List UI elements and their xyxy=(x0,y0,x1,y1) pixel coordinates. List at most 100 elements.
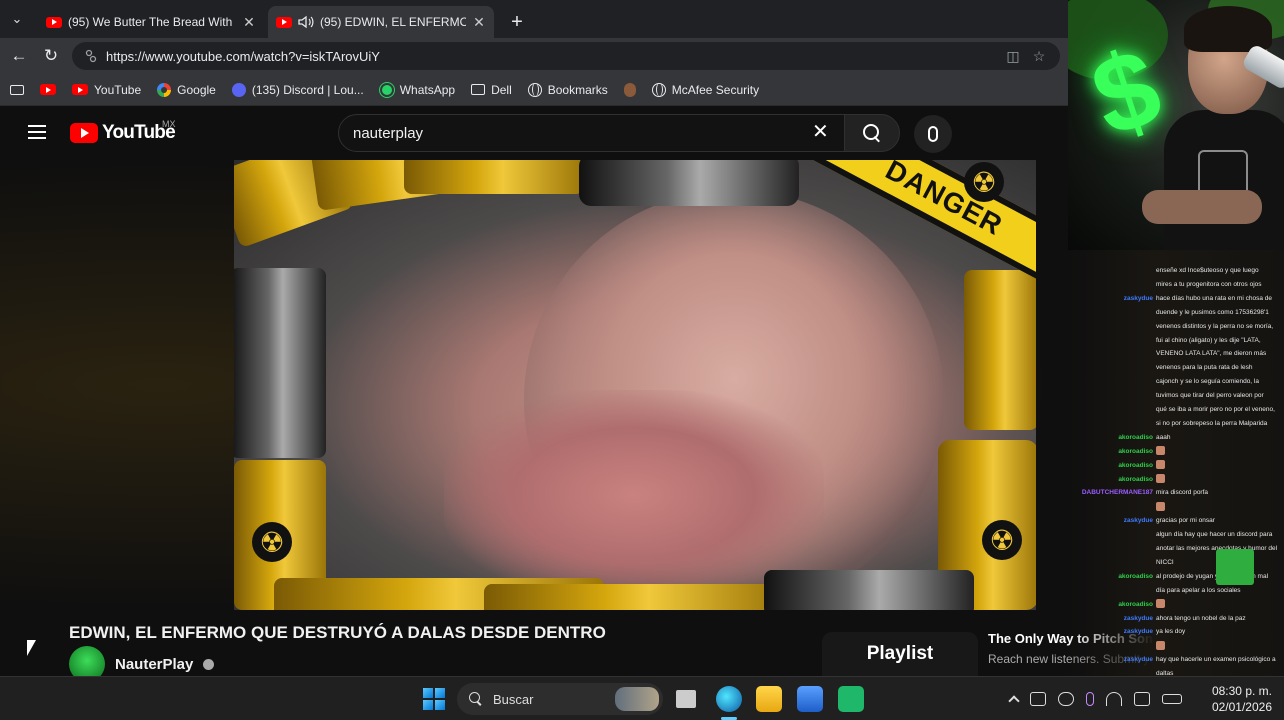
chat-message: duende y le pusimos como 17536298'1 xyxy=(1068,306,1284,319)
barrel xyxy=(234,268,326,458)
chat-text: ahora tengo un nobel de la paz xyxy=(1156,614,1246,622)
barrel xyxy=(964,270,1036,430)
wifi-icon[interactable] xyxy=(1106,692,1122,706)
green-app-icon[interactable] xyxy=(838,686,864,712)
tab-edwin[interactable]: (95) EDWIN, EL ENFERMO QUE DESTRUYÓ ✕ xyxy=(268,6,494,38)
youtube-favicon-icon xyxy=(46,16,62,28)
chat-username: akoroadiso xyxy=(1118,433,1153,441)
app-available-icon[interactable]: ◫ xyxy=(1004,48,1022,65)
taskbar-search[interactable]: Buscar xyxy=(457,683,663,715)
chat-text: gracias por mi onsar xyxy=(1156,517,1215,525)
chat-text: hace días hubo una rata en mi chosa de xyxy=(1156,294,1272,302)
close-tab-icon[interactable]: ✕ xyxy=(242,14,256,31)
menu-icon[interactable] xyxy=(28,125,46,139)
person-hair xyxy=(1184,6,1272,52)
battery-icon[interactable] xyxy=(1162,694,1182,704)
youtube-logo[interactable]: YouTube xyxy=(70,122,176,144)
task-view-icon[interactable] xyxy=(676,690,696,708)
chat-message: venenos para la puta rata de lesh xyxy=(1068,361,1284,374)
chat-message: algun día hay que hacer un discord para xyxy=(1068,528,1284,541)
bookmark-label: WhatsApp xyxy=(399,82,456,97)
playlist-label: Playlist xyxy=(866,643,934,664)
bookmark-mcafee[interactable]: McAfee Security xyxy=(651,82,759,97)
url-bar[interactable]: https://www.youtube.com/watch?v=iskTArov… xyxy=(72,42,1060,70)
bookmark-youtube[interactable]: YouTube xyxy=(72,83,141,97)
chat-username: akoroadiso xyxy=(1118,600,1153,608)
radiation-icon: ☢ xyxy=(982,520,1022,560)
chat-message xyxy=(1068,500,1284,513)
search-value: nauterplay xyxy=(353,124,424,142)
new-tab-icon[interactable]: + xyxy=(500,6,534,38)
bookmark-google[interactable]: Google xyxy=(157,82,216,97)
bookmark-label: Dell xyxy=(491,82,512,97)
volume-icon[interactable] xyxy=(1134,692,1150,706)
search-input[interactable]: nauterplay xyxy=(338,114,852,152)
chat-text: fui al chino (aligato) y les dije "LATA, xyxy=(1156,336,1261,344)
channel-row: NauterPlay xyxy=(69,646,215,682)
tray-overflow-chevron-icon[interactable] xyxy=(1008,695,1020,707)
chat-message: akoroadiso xyxy=(1068,598,1284,611)
file-explorer-icon[interactable] xyxy=(756,686,782,712)
bookmark-dell[interactable]: Dell xyxy=(471,83,512,97)
channel-name[interactable]: NauterPlay xyxy=(115,656,193,673)
tab-list-chevron-icon[interactable]: ⌄ xyxy=(0,0,34,38)
bookmark-bookmarks[interactable]: Bookmarks xyxy=(527,82,608,97)
emote-icon xyxy=(1156,502,1165,512)
video-hand xyxy=(444,390,824,600)
search-icon xyxy=(469,692,483,706)
chat-text: mira discord porfa xyxy=(1156,489,1209,497)
person-arm xyxy=(1142,190,1262,224)
chat-message: qué se iba a morir pero no por el veneno… xyxy=(1068,403,1284,416)
barrel xyxy=(404,160,584,194)
playlist-panel-header[interactable]: Playlist xyxy=(822,632,978,676)
bookmark-whatsapp[interactable]: WhatsApp xyxy=(379,82,456,97)
card-icon[interactable] xyxy=(10,84,24,95)
emote-icon xyxy=(1156,641,1165,651)
taskbar-search-label: Buscar xyxy=(493,691,534,707)
site-info-icon[interactable] xyxy=(84,49,98,63)
mouse-cursor-icon xyxy=(27,640,36,656)
close-tab-icon[interactable]: ✕ xyxy=(472,14,486,31)
barrel xyxy=(579,160,799,206)
voice-search-button[interactable] xyxy=(914,115,952,153)
chat-message: akoroadiso xyxy=(1068,473,1284,486)
bookmark-discord[interactable]: (135) Discord | Lou... xyxy=(231,82,364,97)
back-arrow-icon[interactable]: ← xyxy=(8,45,30,67)
profile-bookmark-icon[interactable] xyxy=(623,82,636,97)
bookmark-star-icon[interactable]: ☆ xyxy=(1030,48,1048,65)
chat-message: akoroadiso xyxy=(1068,459,1284,472)
tab-title: (95) We Butter The Bread With Butter xyxy=(68,15,236,29)
edge-icon[interactable] xyxy=(716,686,742,712)
clear-search-icon[interactable]: ✕ xyxy=(812,122,829,142)
youtube-bookmark-icon[interactable] xyxy=(40,84,56,95)
search-button[interactable] xyxy=(844,114,900,152)
sync-icon[interactable] xyxy=(1030,692,1046,706)
chat-username: akoroadiso xyxy=(1118,475,1153,483)
emote-icon xyxy=(1156,460,1165,470)
chat-username: zaskydue xyxy=(1123,628,1153,636)
bookmark-label: (135) Discord | Lou... xyxy=(251,82,364,97)
chat-message xyxy=(1068,639,1284,652)
microphone-icon[interactable] xyxy=(1086,692,1094,706)
video-player[interactable]: DANGER ☢ ☢ ☢ xyxy=(234,160,1036,610)
url-text[interactable]: https://www.youtube.com/watch?v=iskTArov… xyxy=(106,49,996,64)
speaker-icon[interactable] xyxy=(298,15,314,29)
cloud-icon[interactable] xyxy=(1058,692,1074,706)
screen: ⌄ (95) We Butter The Bread With Butter ✕… xyxy=(0,0,1284,720)
reload-icon[interactable]: ↻ xyxy=(40,45,62,67)
tab-we-butter[interactable]: (95) We Butter The Bread With Butter ✕ xyxy=(38,6,264,38)
microphone-icon xyxy=(928,126,938,142)
chat-message: fui al chino (aligato) y les dije "LATA, xyxy=(1068,334,1284,347)
chat-message: día para apelar a los sociales xyxy=(1068,584,1284,597)
chat-message: zaskydue hace días hubo una rata en mi ch… xyxy=(1068,292,1284,305)
chat-message: mires a tu progenitora con otros ojos xyxy=(1068,278,1284,291)
clock-time: 08:30 p. m. xyxy=(1211,684,1272,698)
chat-message: zaskydue hay que hacerle un examen psicol… xyxy=(1068,653,1284,666)
youtube-icon xyxy=(72,84,88,95)
store-icon[interactable] xyxy=(797,686,823,712)
clock[interactable]: 08:30 p. m. 02/01/2026 xyxy=(1196,683,1272,715)
chat-username: zaskydue xyxy=(1123,656,1153,664)
chat-text: si no por sobrepeso la perra Malparida xyxy=(1156,419,1268,427)
chat-text: ya les doy xyxy=(1156,628,1186,636)
windows-start-icon[interactable] xyxy=(423,688,445,710)
